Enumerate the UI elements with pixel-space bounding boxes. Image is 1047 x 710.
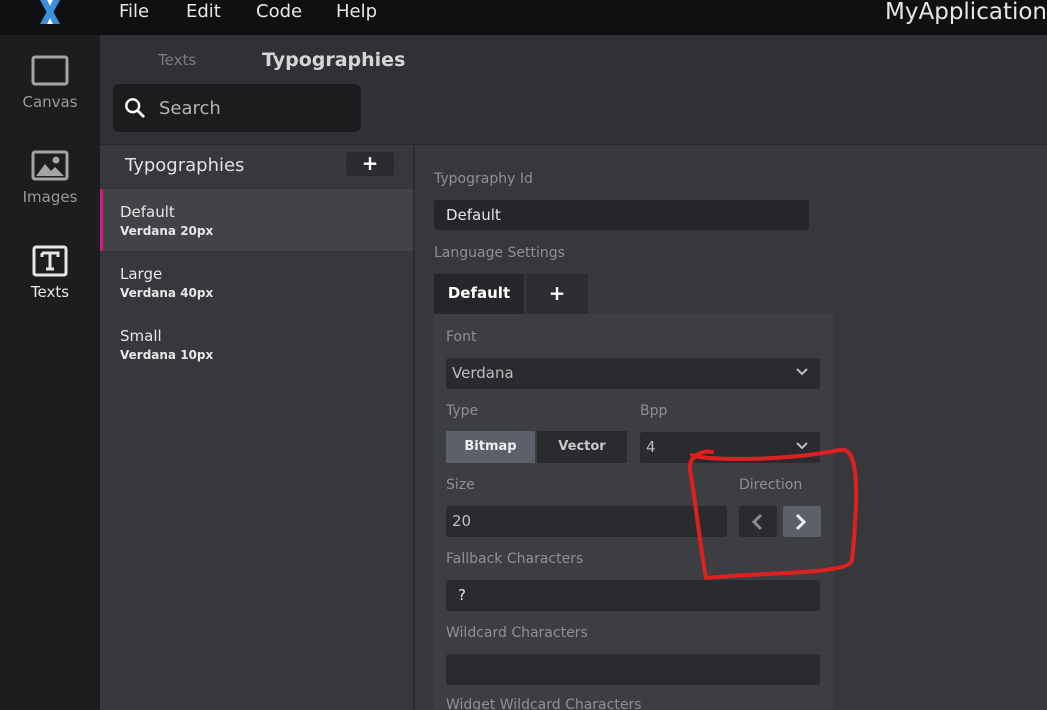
bpp-label: Bpp — [640, 403, 668, 419]
add-typography-button[interactable]: + — [346, 152, 394, 176]
type-label: Type — [446, 403, 479, 419]
font-select[interactable]: Verdana — [446, 358, 820, 389]
list-item-meta: Verdana 20px — [120, 224, 214, 238]
menu-help[interactable]: Help — [336, 1, 377, 23]
menu-bar: File Edit Code Help MyApplication — [0, 0, 1047, 35]
sub-header: Texts Typographies — [100, 35, 1047, 145]
canvas-icon — [31, 55, 69, 86]
fallback-characters-input[interactable]: ? — [446, 580, 820, 611]
app-logo-icon — [40, 0, 60, 24]
list-item-meta: Verdana 40px — [120, 286, 214, 300]
left-rail: Canvas Images Texts — [0, 35, 100, 710]
rail-label-canvas: Canvas — [22, 93, 78, 111]
list-item-meta: Verdana 10px — [120, 348, 214, 362]
widget-wildcard-characters-label: Widget Wildcard Characters — [446, 697, 642, 710]
type-vector-button[interactable]: Vector — [537, 431, 627, 463]
size-input[interactable]: 20 — [446, 506, 727, 537]
font-label: Font — [446, 329, 477, 345]
image-icon — [31, 150, 69, 181]
app-window: File Edit Code Help MyApplication Canvas… — [0, 0, 1047, 710]
list-item-name: Small — [120, 327, 162, 345]
type-bitmap-button[interactable]: Bitmap — [446, 431, 535, 463]
list-item-name: Default — [120, 203, 175, 221]
add-language-button[interactable]: + — [526, 274, 588, 314]
rail-item-texts[interactable]: Texts — [0, 239, 100, 319]
menu-file[interactable]: File — [119, 1, 149, 23]
tab-texts[interactable]: Texts — [158, 51, 196, 69]
text-icon — [32, 245, 68, 277]
rail-item-images[interactable]: Images — [0, 144, 100, 224]
typography-list-panel: Typographies + Default Verdana 20px Larg… — [100, 145, 414, 710]
menu-edit[interactable]: Edit — [186, 1, 221, 23]
bpp-select-value: 4 — [646, 438, 656, 456]
direction-label: Direction — [739, 477, 803, 493]
language-settings-panel: Font Verdana Type Bitmap Vector Bpp 4 Si… — [434, 314, 834, 710]
list-item[interactable]: Large Verdana 40px — [100, 251, 413, 313]
search-icon — [125, 98, 145, 118]
fallback-characters-label: Fallback Characters — [446, 551, 584, 567]
direction-ltr-button[interactable] — [739, 506, 777, 537]
chevron-down-icon — [796, 442, 808, 450]
typography-id-field[interactable]: Default — [434, 200, 809, 230]
menu-code[interactable]: Code — [256, 1, 302, 23]
rail-label-images: Images — [22, 188, 78, 206]
app-title: MyApplication — [885, 0, 1047, 25]
search-box — [113, 84, 361, 132]
direction-rtl-button[interactable] — [783, 506, 821, 537]
list-item[interactable]: Small Verdana 10px — [100, 313, 413, 375]
rail-label-texts: Texts — [30, 283, 70, 301]
chevron-down-icon — [796, 368, 808, 376]
chevron-left-icon — [751, 513, 763, 531]
size-label: Size — [446, 477, 475, 493]
bpp-select[interactable]: 4 — [640, 432, 820, 463]
language-settings-label: Language Settings — [434, 245, 565, 261]
search-input[interactable] — [159, 94, 349, 122]
list-item[interactable]: Default Verdana 20px — [100, 189, 413, 251]
typography-details-panel: Typography Id Default Language Settings … — [415, 145, 1047, 710]
tab-language-default[interactable]: Default — [434, 274, 524, 314]
font-select-value: Verdana — [452, 364, 514, 382]
typography-id-label: Typography Id — [434, 171, 533, 187]
rail-item-canvas[interactable]: Canvas — [0, 49, 100, 129]
list-item-name: Large — [120, 265, 163, 283]
chevron-right-icon — [795, 513, 807, 531]
wildcard-characters-input[interactable] — [446, 654, 820, 685]
tab-typographies[interactable]: Typographies — [262, 49, 405, 71]
list-title: Typographies — [125, 155, 245, 176]
wildcard-characters-label: Wildcard Characters — [446, 625, 588, 641]
